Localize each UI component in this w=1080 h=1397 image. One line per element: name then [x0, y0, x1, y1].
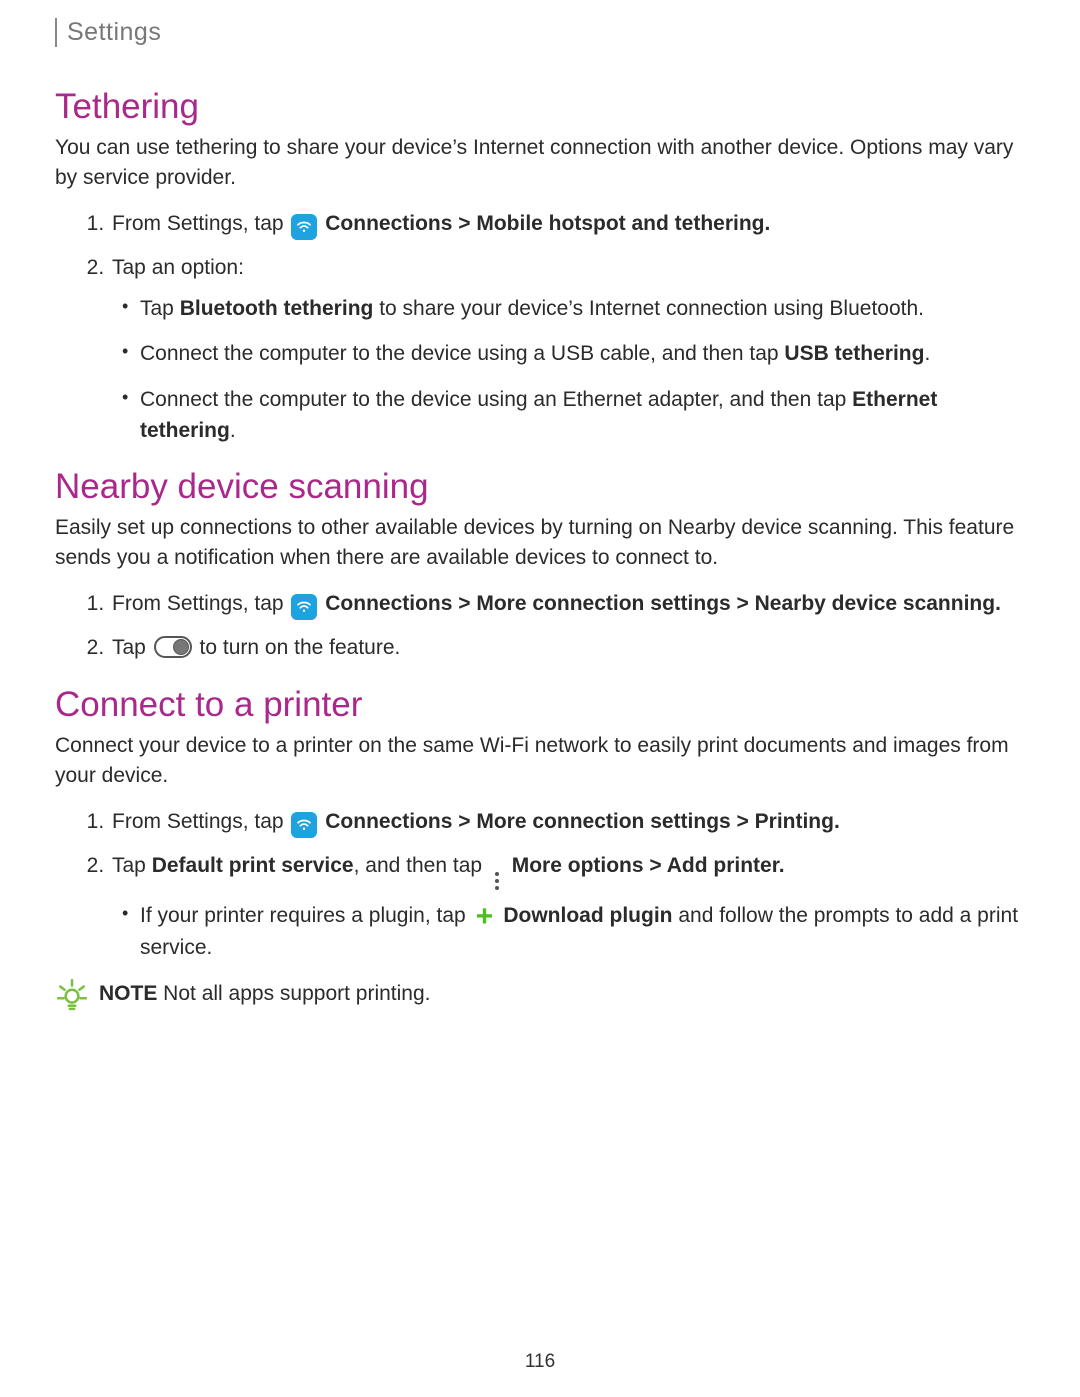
note-text-container: NOTE Not all apps support printing. [99, 982, 431, 1006]
more-options-icon [490, 870, 504, 892]
connections-icon [291, 214, 317, 240]
options-list: Tap Bluetooth tethering to share your de… [112, 293, 1025, 447]
list-item: Tap to turn on the feature. [110, 632, 1025, 665]
step-text: From Settings, tap [112, 810, 289, 833]
nav-path: Connections > More connection settings >… [325, 810, 840, 833]
intro-nearby: Easily set up connections to other avail… [55, 513, 1025, 574]
option-text: . [924, 342, 930, 365]
list-item: Tap an option: Tap Bluetooth tethering t… [110, 252, 1025, 447]
list-item: Connect the computer to the device using… [140, 338, 1025, 370]
option-name: Download plugin [503, 904, 672, 927]
option-text: Tap [140, 297, 180, 320]
lightbulb-icon [55, 977, 89, 1011]
connections-icon [291, 594, 317, 620]
option-name: USB tethering [784, 342, 924, 365]
nav-path: More options > Add printer. [512, 854, 785, 877]
step-text: Tap [112, 854, 152, 877]
list-item: From Settings, tap Connections > More co… [110, 588, 1025, 621]
step-text: From Settings, tap [112, 592, 289, 615]
step-text: Tap an option: [112, 256, 244, 279]
option-text: If your printer requires a plugin, tap [140, 904, 472, 927]
option-text: Connect the computer to the device using… [140, 342, 784, 365]
note-row: NOTE Not all apps support printing. [55, 977, 1025, 1011]
option-text: . [230, 419, 236, 442]
step-text: From Settings, tap [112, 212, 289, 235]
nav-path: Connections > More connection settings >… [325, 592, 1001, 615]
list-item: If your printer requires a plugin, tap +… [140, 900, 1025, 963]
options-list: If your printer requires a plugin, tap +… [112, 900, 1025, 963]
breadcrumb: Settings [55, 18, 1025, 47]
plus-icon: + [474, 906, 496, 928]
list-item: Tap Default print service, and then tap … [110, 850, 1025, 963]
note-label: NOTE [99, 982, 157, 1005]
intro-printer: Connect your device to a printer on the … [55, 731, 1025, 792]
page-number: 116 [0, 1351, 1080, 1373]
steps-nearby: From Settings, tap Connections > More co… [55, 588, 1025, 665]
option-name: Default print service [152, 854, 354, 877]
section-title-printer: Connect to a printer [55, 685, 1025, 725]
option-name: Bluetooth tethering [180, 297, 374, 320]
step-text: Tap [112, 636, 152, 659]
list-item: From Settings, tap Connections > Mobile … [110, 208, 1025, 241]
steps-tethering: From Settings, tap Connections > Mobile … [55, 208, 1025, 447]
list-item: Tap Bluetooth tethering to share your de… [140, 293, 1025, 325]
toggle-icon [154, 636, 192, 658]
option-text: Connect the computer to the device using… [140, 388, 852, 411]
list-item: Connect the computer to the device using… [140, 384, 1025, 447]
list-item: From Settings, tap Connections > More co… [110, 806, 1025, 839]
section-title-tethering: Tethering [55, 87, 1025, 127]
note-text: Not all apps support printing. [157, 982, 430, 1005]
option-text: to share your device’s Internet connecti… [373, 297, 924, 320]
connections-icon [291, 812, 317, 838]
intro-tethering: You can use tethering to share your devi… [55, 133, 1025, 194]
steps-printer: From Settings, tap Connections > More co… [55, 806, 1025, 964]
section-title-nearby: Nearby device scanning [55, 467, 1025, 507]
step-text: , and then tap [354, 854, 488, 877]
nav-path: Connections > Mobile hotspot and tetheri… [325, 212, 770, 235]
step-text: to turn on the feature. [200, 636, 401, 659]
